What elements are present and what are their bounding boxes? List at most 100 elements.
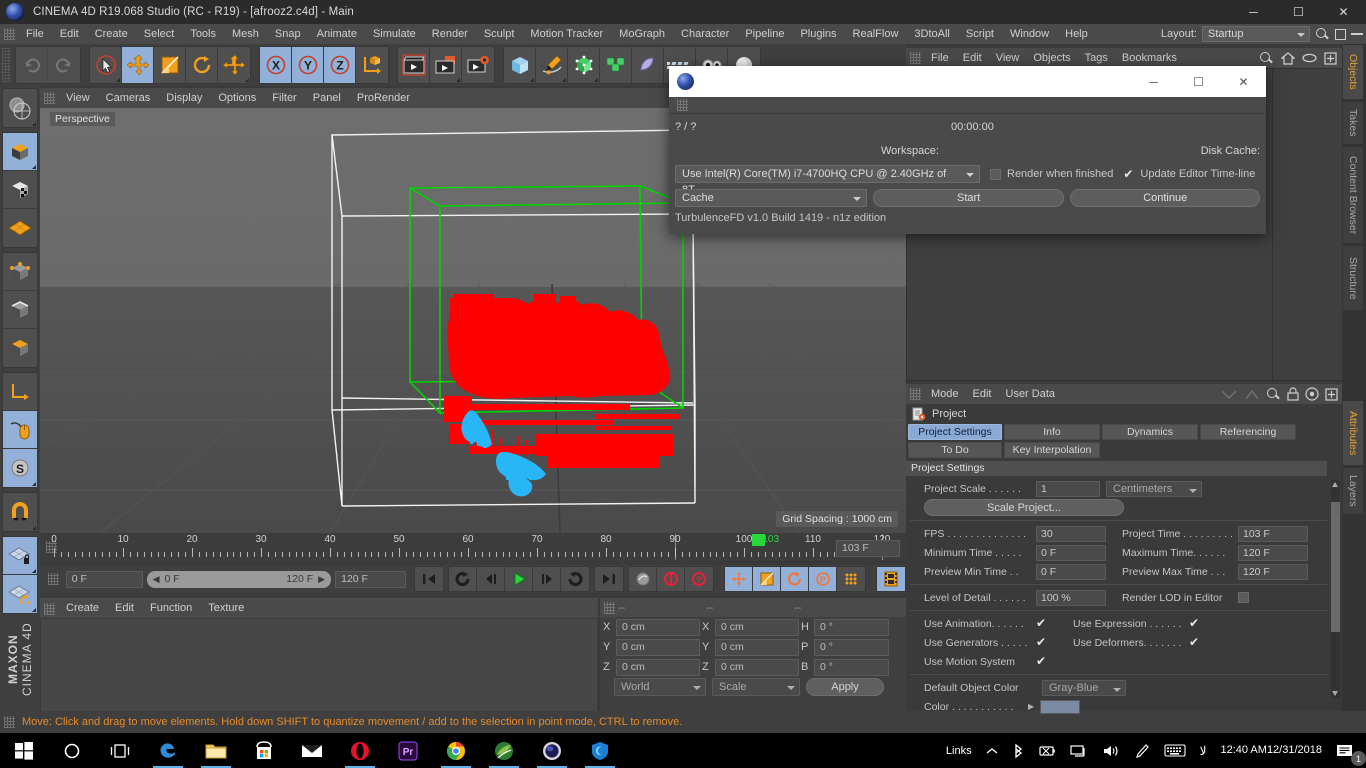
add-generator-button[interactable] <box>568 47 600 83</box>
polygon-mode-button[interactable] <box>3 329 37 367</box>
color-expand-arrow-icon[interactable]: ▶ <box>1028 702 1034 711</box>
prop-project-time-field[interactable]: 103 F <box>1238 525 1308 542</box>
prop-default-object-color-select[interactable]: Gray-Blue <box>1042 679 1126 696</box>
record-position-button[interactable] <box>725 567 753 591</box>
prop-project-scale-unit-select[interactable]: Centimeters <box>1106 480 1202 497</box>
coordinates-grip-icon[interactable] <box>604 601 615 614</box>
chrome-icon[interactable] <box>432 733 480 768</box>
menu-simulate[interactable]: Simulate <box>365 24 424 44</box>
bluetooth-icon[interactable] <box>1005 733 1031 768</box>
material-list[interactable] <box>40 618 598 712</box>
attribute-search-icon[interactable] <box>1266 387 1281 402</box>
go-to-end-button[interactable] <box>595 567 623 591</box>
scale-project-button[interactable]: Scale Project... <box>924 499 1124 516</box>
object-menu-file[interactable]: File <box>924 48 956 68</box>
keyframe-selection-button[interactable]: ? <box>685 567 713 591</box>
prop-use-animation-checkbox[interactable]: ✔ <box>1036 617 1047 629</box>
enable-snap-mouse-button[interactable] <box>3 411 37 449</box>
material-menu-function[interactable]: Function <box>142 599 200 618</box>
add-spline-button[interactable] <box>536 47 568 83</box>
turbulencefd-continue-button[interactable]: Continue <box>1070 188 1260 207</box>
object-menu-bookmarks[interactable]: Bookmarks <box>1115 48 1184 68</box>
texture-mode-button[interactable] <box>3 171 37 209</box>
object-menu-view[interactable]: View <box>989 48 1027 68</box>
scroll-up-arrow-icon[interactable] <box>1332 482 1338 487</box>
menu-sculpt[interactable]: Sculpt <box>476 24 523 44</box>
menu-pipeline[interactable]: Pipeline <box>737 24 792 44</box>
prop-maximum-time-field[interactable]: 120 F <box>1238 544 1308 561</box>
menu-create[interactable]: Create <box>87 24 136 44</box>
coord-size-y-field[interactable]: 0 cm <box>715 638 799 656</box>
turbulencefd-start-button[interactable]: Start <box>872 188 1065 207</box>
material-menu-edit[interactable]: Edit <box>107 599 142 618</box>
timeline-range-slider[interactable]: ◀ 0 F 120 F ▶ <box>146 570 332 588</box>
material-manager-grip-icon[interactable] <box>44 602 55 615</box>
turbulencefd-grip-icon[interactable] <box>677 99 688 111</box>
keyboard-icon[interactable] <box>1157 733 1193 768</box>
update-editor-timeline-checkbox[interactable]: ✔ <box>1123 168 1134 180</box>
task-view-icon[interactable] <box>96 733 144 768</box>
scroll-down-arrow-icon[interactable] <box>1332 691 1338 696</box>
file-explorer-icon[interactable] <box>192 733 240 768</box>
z-axis-lock-button[interactable]: Z <box>324 47 356 83</box>
layout-select[interactable]: Startup <box>1202 26 1310 42</box>
maximize-button[interactable]: ☐ <box>1276 0 1321 24</box>
prop-fps-field[interactable]: 30 <box>1036 525 1106 542</box>
attribute-manager-grip-icon[interactable] <box>910 388 921 400</box>
prop-color-swatch[interactable] <box>1040 699 1081 714</box>
status-bar-grip-icon[interactable] <box>4 716 15 728</box>
search-icon[interactable] <box>1315 27 1330 42</box>
history-back-icon[interactable] <box>1220 388 1238 401</box>
enable-axis-button[interactable] <box>3 373 37 411</box>
menu-animate[interactable]: Animate <box>309 24 365 44</box>
menu-edit[interactable]: Edit <box>52 24 87 44</box>
viewport-grip-icon[interactable] <box>44 92 55 104</box>
point-mode-button[interactable] <box>3 253 37 291</box>
opera-icon[interactable] <box>336 733 384 768</box>
turbulencefd-minimize-button[interactable]: ─ <box>1131 66 1176 97</box>
premiere-pro-icon[interactable]: Pr <box>384 733 432 768</box>
viewport-menu-panel[interactable]: Panel <box>305 88 349 108</box>
object-mode-button[interactable] <box>3 133 37 171</box>
object-search-icon[interactable] <box>1259 51 1274 66</box>
menu-script[interactable]: Script <box>958 24 1002 44</box>
rotate-tool-button[interactable] <box>186 47 218 83</box>
pen-icon[interactable] <box>1127 733 1157 768</box>
autokeying-button[interactable] <box>629 567 657 591</box>
toolbar-grip-icon[interactable] <box>2 48 11 82</box>
next-frame-button[interactable] <box>533 567 561 591</box>
object-menu-objects[interactable]: Objects <box>1026 48 1077 68</box>
microsoft-store-icon[interactable] <box>240 733 288 768</box>
minimize-button[interactable]: ─ <box>1231 0 1276 24</box>
menu-window[interactable]: Window <box>1002 24 1057 44</box>
move-tool-button[interactable] <box>122 47 154 83</box>
play-button[interactable] <box>505 567 533 591</box>
menu-mograph[interactable]: MoGraph <box>611 24 673 44</box>
coord-rotation-h-field[interactable]: 0 ° <box>814 618 889 636</box>
tab-dynamics[interactable]: Dynamics <box>1102 424 1198 440</box>
snap-magnet-button[interactable] <box>3 493 37 531</box>
menu-mesh[interactable]: Mesh <box>224 24 267 44</box>
viewport-menu-prorender[interactable]: ProRender <box>349 88 418 108</box>
history-forward-icon[interactable] <box>1244 388 1260 401</box>
dock-tab-layers[interactable]: Layers <box>1342 467 1364 515</box>
attribute-object-row[interactable]: Project <box>906 404 1343 424</box>
prop-render-lod-checkbox[interactable] <box>1238 592 1249 603</box>
tab-referencing[interactable]: Referencing <box>1200 424 1296 440</box>
add-layer-icon[interactable] <box>1324 51 1337 65</box>
scrollbar-thumb[interactable] <box>1331 502 1340 632</box>
object-menu-tags[interactable]: Tags <box>1078 48 1115 68</box>
soft-selection-button[interactable]: S <box>3 449 37 487</box>
clock[interactable]: 12:40 AM 12/31/2018 <box>1213 733 1329 768</box>
world-object-coordinate-button[interactable] <box>356 47 388 83</box>
move-duplicate-tool-button[interactable] <box>218 47 250 83</box>
material-menu-texture[interactable]: Texture <box>200 599 252 618</box>
play-backward-loop-button[interactable] <box>449 567 477 591</box>
scale-tool-button[interactable] <box>154 47 186 83</box>
close-button[interactable]: ✕ <box>1321 0 1366 24</box>
animation-mode-button[interactable] <box>877 567 905 591</box>
menu-file[interactable]: File <box>18 24 52 44</box>
add-cube-button[interactable] <box>504 47 536 83</box>
timeline-start-field[interactable]: 0 F <box>65 570 143 588</box>
prop-minimum-time-field[interactable]: 0 F <box>1036 544 1106 561</box>
